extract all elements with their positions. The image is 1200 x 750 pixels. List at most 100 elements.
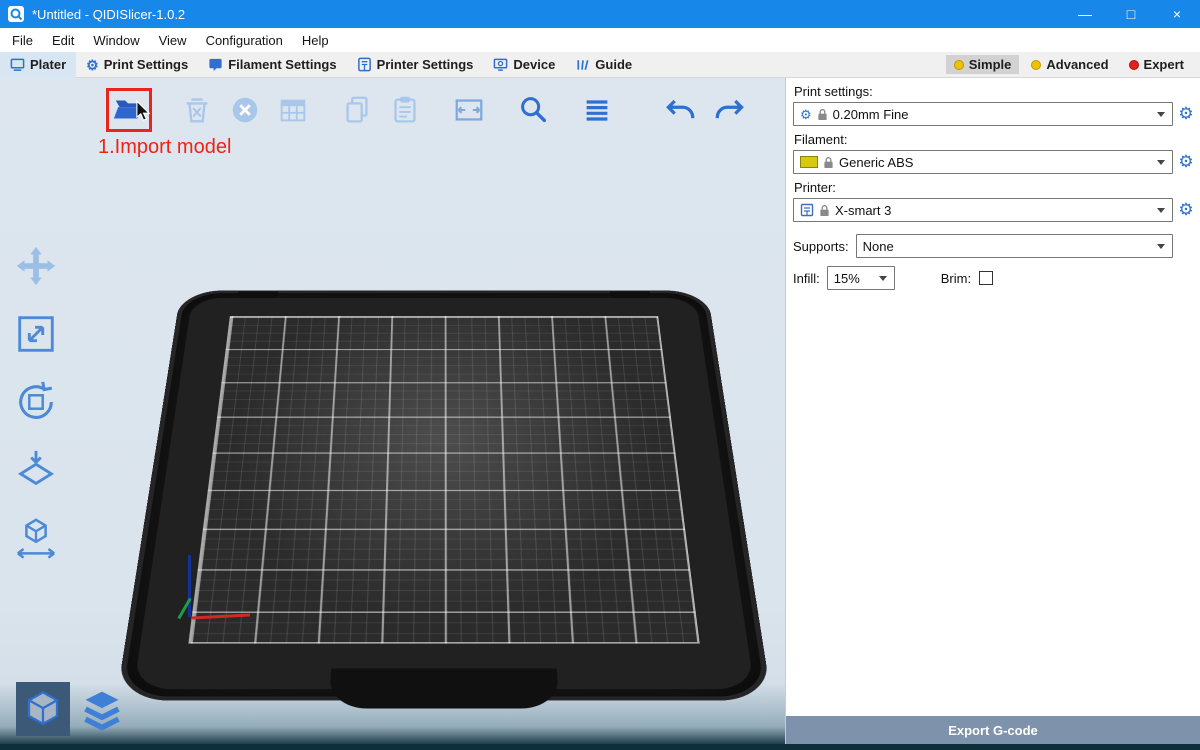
3d-viewport[interactable]: 1.Import model (0, 78, 785, 750)
filament-combo[interactable]: Generic ABS (793, 150, 1173, 174)
undo-button[interactable] (662, 91, 700, 129)
menu-help[interactable]: Help (300, 31, 331, 50)
circle-x-icon (228, 93, 262, 127)
preview-view-button[interactable] (78, 686, 126, 734)
mode-expert-label: Expert (1144, 57, 1184, 72)
place-on-face-tool-button[interactable] (12, 446, 60, 494)
redo-icon (711, 93, 747, 127)
search-button[interactable] (514, 91, 552, 129)
cursor-pointer-icon (135, 100, 151, 127)
measure-icon (13, 515, 59, 561)
plater-icon (10, 57, 25, 72)
gear-icon: ⚙ (86, 58, 99, 72)
menu-file[interactable]: File (10, 31, 35, 50)
maximize-button[interactable]: □ (1108, 0, 1154, 28)
infill-value: 15% (834, 271, 860, 286)
bed-base (116, 291, 772, 701)
print-settings-value: 0.20mm Fine (833, 107, 909, 122)
plater-toolbar (106, 88, 748, 132)
device-icon (493, 57, 508, 72)
menu-view[interactable]: View (157, 31, 189, 50)
gear-icon: ⚙ (800, 108, 812, 121)
rotate-icon (13, 379, 59, 425)
tab-printer-settings-label: Printer Settings (377, 57, 474, 72)
mode-simple[interactable]: Simple (946, 55, 1020, 74)
variable-layer-height-button[interactable] (578, 91, 616, 129)
print-settings-gear-button[interactable]: ⚙ (1175, 104, 1197, 124)
trash-icon (180, 93, 214, 127)
3d-cube-icon (22, 688, 64, 730)
advanced-mode-icon (1031, 60, 1041, 70)
copy-button[interactable] (338, 91, 376, 129)
menu-edit[interactable]: Edit (50, 31, 76, 50)
brim-label: Brim: (941, 271, 971, 286)
supports-combo[interactable]: None (856, 234, 1173, 258)
scale-tool-button[interactable] (12, 310, 60, 358)
editor-view-button[interactable] (16, 682, 70, 736)
dropdown-arrow-icon[interactable] (1151, 236, 1171, 256)
tab-print-settings[interactable]: ⚙ Print Settings (76, 52, 198, 78)
filament-gear-button[interactable]: ⚙ (1175, 152, 1197, 172)
printer-gear-button[interactable]: ⚙ (1175, 200, 1197, 220)
move-tool-button[interactable] (12, 242, 60, 290)
print-settings-combo[interactable]: ⚙ 0.20mm Fine (793, 102, 1173, 126)
table-grid-icon (276, 93, 310, 127)
filament-color-swatch (800, 156, 818, 168)
mode-simple-label: Simple (969, 57, 1012, 72)
tab-filament-settings[interactable]: Filament Settings (198, 52, 346, 78)
layer-lines-icon (580, 93, 614, 127)
measure-tool-button[interactable] (12, 514, 60, 562)
minimize-button[interactable]: — (1062, 0, 1108, 28)
bed-grid-surface (188, 316, 699, 644)
brim-checkbox[interactable] (979, 271, 993, 285)
tab-device[interactable]: Device (483, 52, 565, 78)
delete-button[interactable] (178, 91, 216, 129)
export-gcode-button[interactable]: Export G-code (786, 716, 1200, 744)
paste-icon (388, 93, 422, 127)
rotate-tool-button[interactable] (12, 378, 60, 426)
filament-icon (208, 57, 223, 72)
mode-expert[interactable]: Expert (1121, 55, 1192, 74)
print-settings-label: Print settings: (794, 84, 1192, 99)
tab-device-label: Device (513, 57, 555, 72)
split-button[interactable] (450, 91, 488, 129)
printer-icon (357, 57, 372, 72)
tab-plater[interactable]: Plater (0, 52, 76, 78)
dropdown-arrow-icon[interactable] (1151, 152, 1171, 172)
filament-value: Generic ABS (839, 155, 913, 170)
z-axis-indicator (188, 555, 191, 617)
tab-guide[interactable]: Guide (565, 52, 642, 78)
dropdown-arrow-icon[interactable] (1151, 104, 1171, 124)
status-strip (0, 744, 1200, 750)
menu-configuration[interactable]: Configuration (204, 31, 285, 50)
import-annotation: 1.Import model (98, 136, 231, 159)
menu-window[interactable]: Window (91, 31, 141, 50)
app-logo-icon (8, 6, 24, 22)
infill-label: Infill: (793, 271, 820, 286)
dropdown-arrow-icon[interactable] (1151, 200, 1171, 220)
move-icon (13, 243, 59, 289)
tab-printer-settings[interactable]: Printer Settings (347, 52, 484, 78)
paste-button[interactable] (386, 91, 424, 129)
mode-advanced[interactable]: Advanced (1023, 55, 1116, 74)
simple-mode-icon (954, 60, 964, 70)
search-icon (516, 93, 550, 127)
close-button[interactable]: × (1154, 0, 1200, 28)
delete-all-button[interactable] (226, 91, 264, 129)
guide-icon (575, 57, 590, 72)
print-bed (116, 291, 772, 701)
arrange-button[interactable] (274, 91, 312, 129)
printer-value: X-smart 3 (835, 203, 891, 218)
redo-button[interactable] (710, 91, 748, 129)
lock-icon (817, 108, 828, 121)
tab-guide-label: Guide (595, 57, 632, 72)
dropdown-arrow-icon[interactable] (873, 268, 893, 288)
undo-icon (663, 93, 699, 127)
printer-combo[interactable]: X-smart 3 (793, 198, 1173, 222)
mode-advanced-label: Advanced (1046, 57, 1108, 72)
place-on-face-icon (13, 447, 59, 493)
tab-filament-settings-label: Filament Settings (228, 57, 336, 72)
infill-combo[interactable]: 15% (827, 266, 895, 290)
settings-panel: Print settings: ⚙ 0.20mm Fine ⚙ Filament… (785, 78, 1200, 750)
titlebar: *Untitled - QIDISlicer-1.0.2 — □ × (0, 0, 1200, 28)
